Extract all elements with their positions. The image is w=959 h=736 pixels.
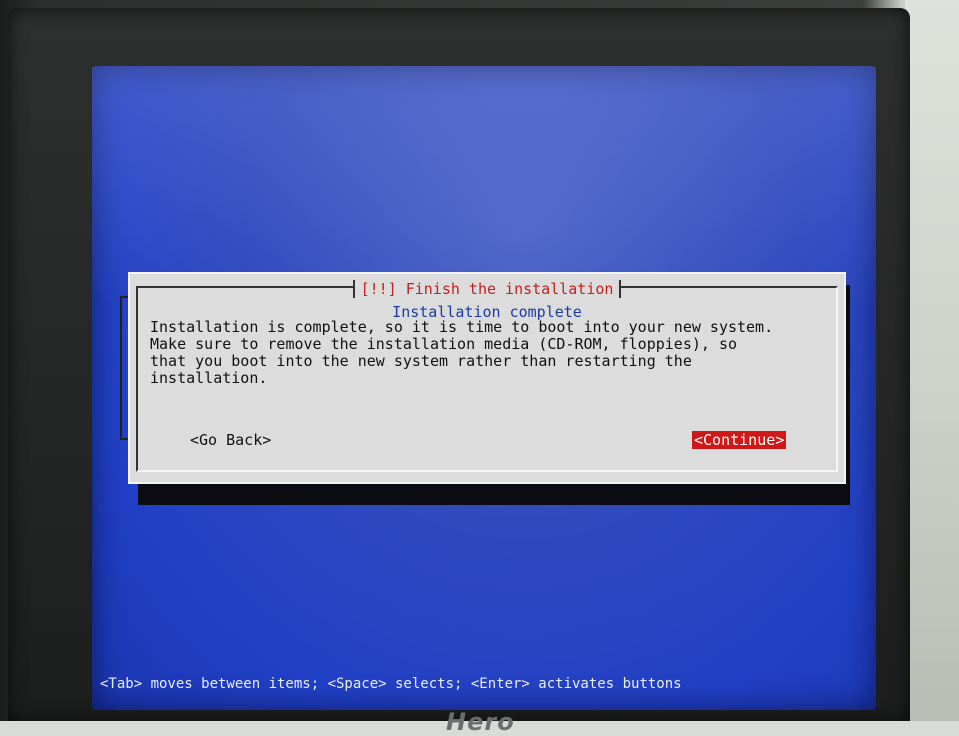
keyboard-hint-bar: <Tab> moves between items; <Space> selec… [100,676,682,692]
dialog-title-text: [!!] Finish the installation [352,280,622,298]
monitor-brand-logo: Hero [446,708,515,736]
go-back-button[interactable]: <Go Back> [188,431,273,449]
dialog-left-bracket [120,296,128,440]
cable [905,180,959,388]
continue-button[interactable]: <Continue> [692,431,787,449]
screen-glare [92,66,876,306]
dialog-message: Installation is complete, so it is time … [150,318,774,387]
dialog-title: [!!] Finish the installation [130,280,844,298]
finish-installation-dialog: [!!] Finish the installation Installatio… [120,272,846,484]
